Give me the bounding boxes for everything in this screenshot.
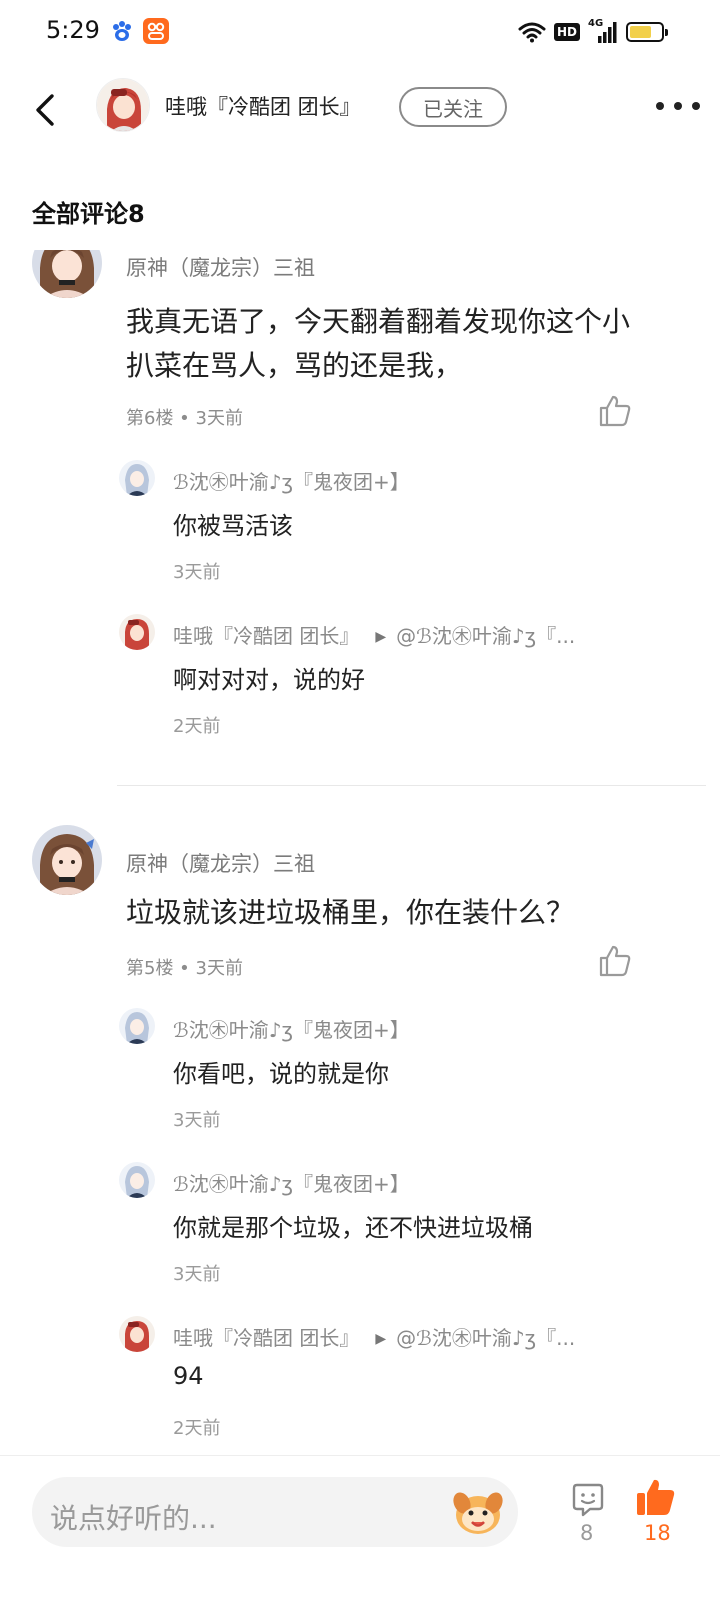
comment-author[interactable]: 原神（魔龙宗）三祖 [126,848,315,878]
comment-divider [117,785,706,786]
status-bar: 5:29 HD 4G [0,0,720,64]
reply-text: 啊对对对，说的好 [173,666,365,694]
emoji-icon[interactable] [450,1485,506,1539]
comment-meta: 第5楼 • 3天前 [126,958,243,979]
reply-author-name[interactable]: ℬ沈㊍叶渝♪ʒ『鬼夜团+】 [173,470,410,494]
signal-icon: 4G [588,18,618,44]
reply-text: 你就是那个垃圾，还不快进垃圾桶 [173,1214,533,1242]
hd-badge: HD [553,23,580,41]
reply-avatar[interactable] [119,614,155,650]
reply-arrow-icon: ▶ [375,629,387,645]
bottom-action-bar: 说点好听的... 8 18 [0,1455,720,1600]
reply-time: 3天前 [173,1110,221,1131]
reply-time: 3天前 [173,1264,221,1285]
reply-author[interactable]: ℬ沈㊍叶渝♪ʒ『鬼夜团+】 [173,1168,628,1197]
comment-author[interactable]: 原神（魔龙宗）三祖 [126,252,315,282]
author-name[interactable]: 哇哦『冷酷团 团长』 [165,91,361,121]
battery-level [630,26,651,38]
reply-avatar[interactable] [119,1008,155,1044]
reply-author[interactable]: 哇哦『冷酷团 团长』 ▶ @ℬ沈㊍叶渝♪ʒ『... [173,620,628,649]
comment-text: 我真无语了，今天翻着翻着发现你这个小扒菜在骂人，骂的还是我， [126,305,631,382]
status-time: 5:29 [46,16,100,44]
thumbs-up-icon[interactable] [598,944,632,978]
reply-author[interactable]: ℬ沈㊍叶渝♪ʒ『鬼夜团+】 [173,466,628,495]
reply-author-name[interactable]: 哇哦『冷酷团 团长』 [173,624,359,648]
author-avatar[interactable] [96,78,150,132]
reply-time: 3天前 [173,562,221,583]
comment-count: 8 [580,1521,594,1545]
reply-avatar[interactable] [119,460,155,496]
bottom-divider [0,1455,720,1456]
thumbs-up-filled-icon[interactable] [634,1477,676,1517]
all-comments-title: 全部评论8 [32,200,145,228]
comment-input-placeholder: 说点好听的... [50,1502,217,1535]
comment-list[interactable]: 原神（魔龙宗）三祖 我真无语了，今天翻着翻着发现你这个小扒菜在骂人，骂的还是我，… [0,250,720,1455]
reply-text: 你看吧，说的就是你 [173,1060,389,1088]
baidu-app-icon [113,21,131,41]
wifi-icon [518,22,546,43]
back-button[interactable] [28,90,64,130]
reply-author[interactable]: 哇哦『冷酷团 团长』 ▶ @ℬ沈㊍叶渝♪ʒ『... [173,1322,628,1351]
reply-time: 2天前 [173,1418,221,1439]
reply-avatar[interactable] [119,1162,155,1198]
thumbs-up-icon[interactable] [598,394,632,428]
reply-author-name[interactable]: ℬ沈㊍叶渝♪ʒ『鬼夜团+】 [173,1018,410,1042]
comment-avatar[interactable] [32,825,102,895]
comment-text: 垃圾就该进垃圾桶里，你在装什么？ [126,896,575,929]
reply-text: 94 [173,1362,204,1390]
comment-bubble-icon[interactable] [570,1482,606,1518]
reply-target[interactable]: @ℬ沈㊍叶渝♪ʒ『... [396,624,575,648]
comment-avatar[interactable] [32,250,102,298]
reply-author-name[interactable]: ℬ沈㊍叶渝♪ʒ『鬼夜团+】 [173,1172,410,1196]
battery-icon [626,22,668,42]
comment-input[interactable]: 说点好听的... [32,1477,518,1547]
more-options-icon[interactable] [656,94,700,118]
comment-meta: 第6楼 • 3天前 [126,408,243,429]
like-count: 18 [644,1521,671,1545]
follow-button[interactable]: 已关注 [399,87,507,127]
reply-text: 你被骂活该 [173,512,293,540]
orange-app-icon [143,18,169,44]
reply-time: 2天前 [173,716,221,737]
reply-avatar[interactable] [119,1316,155,1352]
reply-author-name[interactable]: 哇哦『冷酷团 团长』 [173,1326,359,1350]
top-navigation: 哇哦『冷酷团 团长』 已关注 [0,64,720,154]
reply-target[interactable]: @ℬ沈㊍叶渝♪ʒ『... [396,1326,575,1350]
status-right-group: HD 4G [518,18,668,46]
reply-arrow-icon: ▶ [375,1331,387,1347]
reply-author[interactable]: ℬ沈㊍叶渝♪ʒ『鬼夜团+】 [173,1014,628,1043]
